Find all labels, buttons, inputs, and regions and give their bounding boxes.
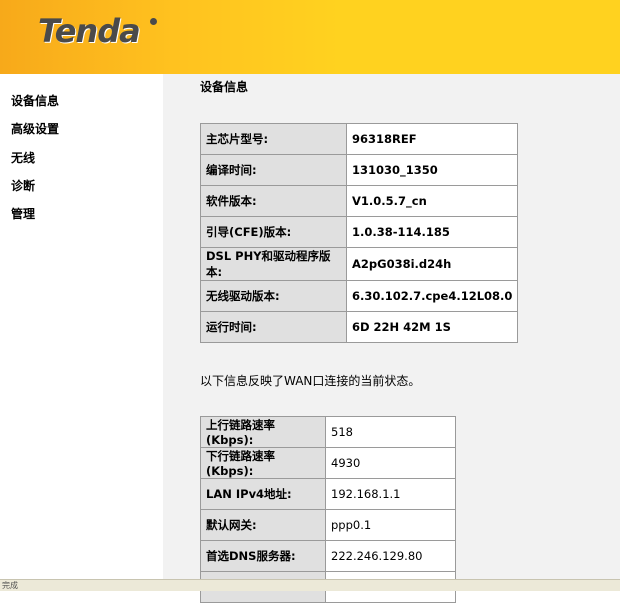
row-value: 4930 — [325, 447, 456, 479]
row-key: 运行时间: — [200, 311, 347, 343]
row-key: 软件版本: — [200, 185, 347, 217]
sidebar-item-advanced-settings[interactable]: 高级设置 — [11, 120, 59, 148]
row-value: 6D 22H 42M 1S — [345, 311, 519, 343]
header-banner: Tenda — [0, 0, 620, 74]
row-value: V1.0.5.7_cn — [345, 185, 519, 217]
row-key: 引导(CFE)版本: — [200, 216, 347, 248]
table-row: 默认网关: ppp0.1 — [200, 509, 456, 541]
sidebar: 设备信息 高级设置 无线 诊断 管理 — [0, 74, 163, 579]
row-value: 6.30.102.7.cpe4.12L08.0 — [345, 280, 519, 312]
row-key: 编译时间: — [200, 154, 347, 186]
table-row: 主芯片型号: 96318REF — [200, 123, 519, 155]
table-row: 首选DNS服务器: 222.246.129.80 — [200, 540, 456, 572]
table-row: 下行链路速率(Kbps): 4930 — [200, 447, 456, 479]
table-row: 运行时间: 6D 22H 42M 1S — [200, 311, 519, 343]
device-info-table: 主芯片型号: 96318REF 编译时间: 131030_1350 软件版本: … — [200, 123, 519, 343]
row-key: 无线驱动版本: — [200, 280, 347, 312]
tenda-logo: Tenda — [38, 12, 141, 50]
row-key: 上行链路速率(Kbps): — [200, 416, 326, 448]
table-row: 软件版本: V1.0.5.7_cn — [200, 185, 519, 217]
table-row: LAN IPv4地址: 192.168.1.1 — [200, 478, 456, 510]
table-row: 引导(CFE)版本: 1.0.38-114.185 — [200, 216, 519, 248]
status-text: 完成 — [2, 581, 18, 590]
row-value: 1.0.38-114.185 — [345, 216, 519, 248]
row-value: 222.246.129.80 — [325, 540, 456, 572]
row-key: 首选DNS服务器: — [200, 540, 326, 572]
wan-info-table: 上行链路速率(Kbps): 518 下行链路速率(Kbps): 4930 LAN… — [200, 416, 456, 603]
row-value: ppp0.1 — [325, 509, 456, 541]
wan-status-note: 以下信息反映了WAN口连接的当前状态。 — [200, 374, 421, 388]
row-key: 下行链路速率(Kbps): — [200, 447, 326, 479]
sidebar-item-wireless[interactable]: 无线 — [11, 149, 59, 177]
row-key: DSL PHY和驱动程序版本: — [200, 247, 347, 281]
table-row: DSL PHY和驱动程序版本: A2pG038i.d24h — [200, 247, 519, 281]
row-key: 主芯片型号: — [200, 123, 347, 155]
table-row: 编译时间: 131030_1350 — [200, 154, 519, 186]
row-key: 默认网关: — [200, 509, 326, 541]
table-row: 上行链路速率(Kbps): 518 — [200, 416, 456, 448]
sidebar-item-management[interactable]: 管理 — [11, 205, 59, 233]
main-content: 设备信息 主芯片型号: 96318REF 编译时间: 131030_1350 软… — [163, 74, 620, 603]
sidebar-item-device-info[interactable]: 设备信息 — [11, 92, 59, 120]
row-value: 131030_1350 — [345, 154, 519, 186]
row-key: LAN IPv4地址: — [200, 478, 326, 510]
row-value: 96318REF — [345, 123, 519, 155]
browser-status-bar: 完成 — [0, 579, 620, 591]
row-value: A2pG038i.d24h — [345, 247, 519, 281]
page-title: 设备信息 — [200, 80, 249, 94]
row-value: 192.168.1.1 — [325, 478, 456, 510]
row-value: 518 — [325, 416, 456, 448]
sidebar-item-diagnostics[interactable]: 诊断 — [11, 177, 59, 205]
table-row: 无线驱动版本: 6.30.102.7.cpe4.12L08.0 — [200, 280, 519, 312]
sidebar-menu: 设备信息 高级设置 无线 诊断 管理 — [11, 92, 59, 233]
logo-dot — [150, 18, 157, 25]
